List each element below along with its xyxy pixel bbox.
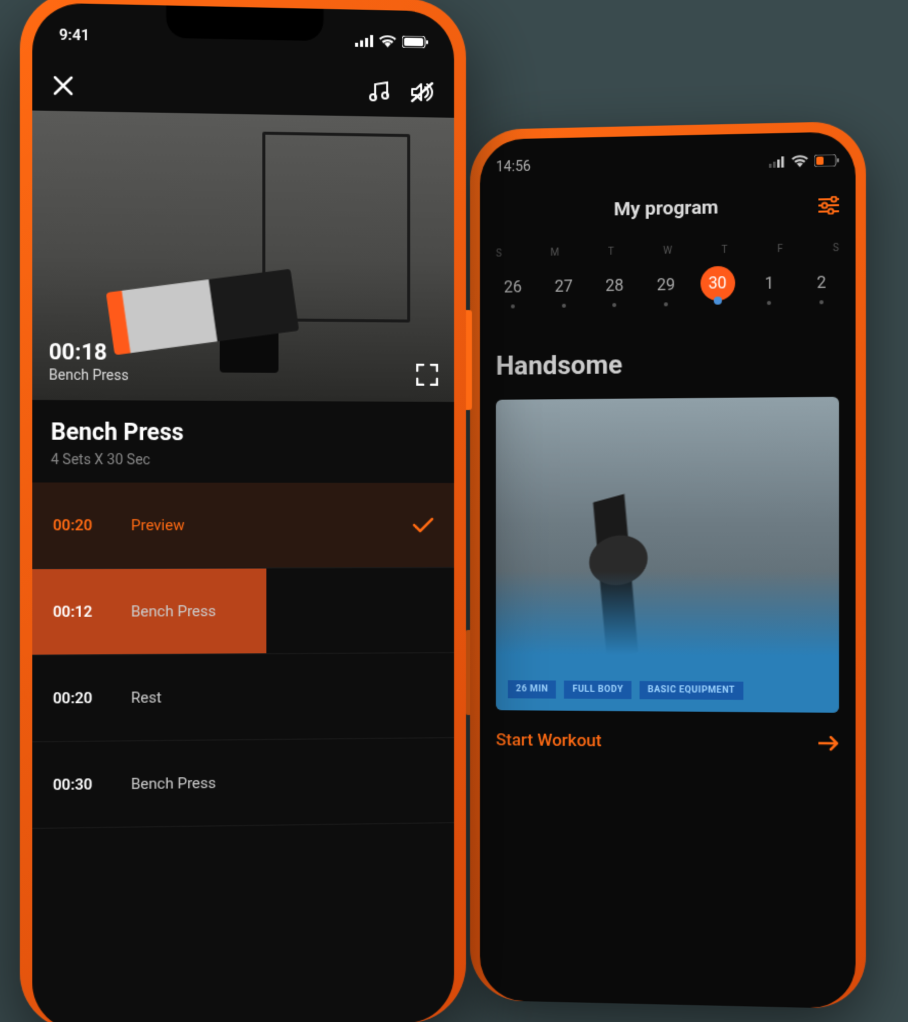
program-screen: 14:56 My program S M T W T F S 26 27 28 — [480, 131, 856, 1008]
dot-icon — [713, 296, 721, 304]
calendar-date[interactable]: 2 — [804, 272, 839, 292]
section-title: Handsome — [496, 348, 839, 382]
exercise-title: Bench Press — [51, 418, 436, 447]
row-name: Bench Press — [131, 774, 216, 793]
battery-icon — [814, 154, 839, 167]
header: My program — [496, 193, 839, 223]
weekday: T — [721, 245, 727, 256]
calendar-date[interactable]: 1 — [752, 273, 787, 293]
tag-duration: 26 MIN — [508, 680, 556, 698]
row-duration: 00:20 — [53, 516, 131, 534]
date-row: 26 27 28 29 30 1 2 — [496, 264, 839, 303]
row-duration: 00:20 — [53, 689, 131, 708]
calendar-date[interactable]: 27 — [547, 276, 581, 296]
dot-icon — [511, 304, 515, 308]
topbar — [32, 51, 454, 117]
fullscreen-icon — [416, 364, 438, 386]
dot-icon — [664, 302, 668, 306]
exercise-subtitle: 4 Sets X 30 Sec — [51, 452, 436, 469]
close-button[interactable] — [53, 75, 74, 96]
exercise-row-active[interactable]: 00:12 Bench Press — [32, 568, 454, 656]
video-exercise-name: Bench Press — [49, 367, 129, 384]
status-icons — [355, 35, 428, 49]
weekday: M — [550, 248, 559, 259]
video-timer: 00:18 — [49, 340, 129, 366]
start-workout-label: Start Workout — [496, 730, 602, 751]
exercise-header: Bench Press 4 Sets X 30 Sec — [32, 400, 454, 483]
tag-bodypart: FULL BODY — [564, 681, 631, 700]
row-name: Preview — [131, 516, 185, 534]
workout-image[interactable]: 26 MIN FULL BODY BASIC EQUIPMENT — [496, 397, 839, 713]
exercise-row[interactable]: 00:20 Rest — [32, 653, 454, 742]
sliders-icon — [818, 195, 839, 214]
exercise-video[interactable]: 00:18 Bench Press — [32, 111, 454, 402]
music-button[interactable] — [368, 80, 390, 102]
phone-program: 14:56 My program S M T W T F S 26 27 28 — [470, 121, 866, 1009]
battery-icon — [402, 36, 428, 49]
workout-screen: 9:41 00:18 Ben — [32, 3, 454, 1022]
dot-icon — [562, 303, 566, 307]
start-workout-button[interactable]: Start Workout — [496, 730, 839, 753]
weekday: T — [608, 247, 614, 258]
close-icon — [53, 75, 74, 96]
side-button — [466, 310, 472, 410]
sound-off-icon — [410, 81, 434, 103]
dot-icon — [613, 302, 617, 306]
row-name: Rest — [131, 688, 162, 706]
phone-workout: 9:41 00:18 Ben — [20, 0, 466, 1022]
dot-icon — [819, 300, 823, 304]
row-name: Bench Press — [131, 602, 216, 621]
page-title: My program — [614, 195, 719, 220]
notch — [166, 5, 323, 41]
weekday: F — [777, 244, 783, 255]
calendar-date[interactable]: 28 — [597, 275, 631, 295]
music-icon — [368, 80, 390, 102]
status-time: 9:41 — [59, 25, 90, 44]
wifi-icon — [792, 155, 808, 168]
row-duration: 00:12 — [53, 602, 131, 621]
wifi-icon — [379, 35, 396, 47]
fullscreen-button[interactable] — [416, 364, 438, 386]
exercise-row-preview[interactable]: 00:20 Preview — [32, 482, 454, 569]
weekday: W — [663, 246, 672, 257]
weekday: S — [496, 248, 502, 259]
calendar-date[interactable]: 29 — [649, 274, 684, 294]
status-time: 14:56 — [496, 159, 531, 176]
bench-prop — [220, 292, 279, 373]
tag-equipment: BASIC EQUIPMENT — [640, 681, 744, 700]
dot-icon — [767, 300, 771, 304]
tag-row: 26 MIN FULL BODY BASIC EQUIPMENT — [508, 680, 743, 700]
weekday-row: S M T W T F S — [496, 243, 839, 260]
calendar-date[interactable]: 26 — [496, 277, 530, 297]
weekday: S — [833, 243, 839, 254]
signal-icon — [355, 35, 373, 47]
signal-icon — [769, 156, 785, 168]
status-bar: 14:56 — [496, 146, 839, 181]
mute-button[interactable] — [410, 81, 434, 103]
status-icons — [769, 154, 839, 168]
exercise-row[interactable]: 00:30 Bench Press — [32, 738, 454, 829]
calendar-date-selected[interactable]: 30 — [700, 266, 735, 301]
filter-button[interactable] — [818, 195, 839, 214]
check-icon — [412, 517, 434, 533]
video-overlay: 00:18 Bench Press — [49, 340, 129, 384]
arrow-right-icon — [818, 735, 839, 751]
row-duration: 00:30 — [53, 775, 131, 794]
